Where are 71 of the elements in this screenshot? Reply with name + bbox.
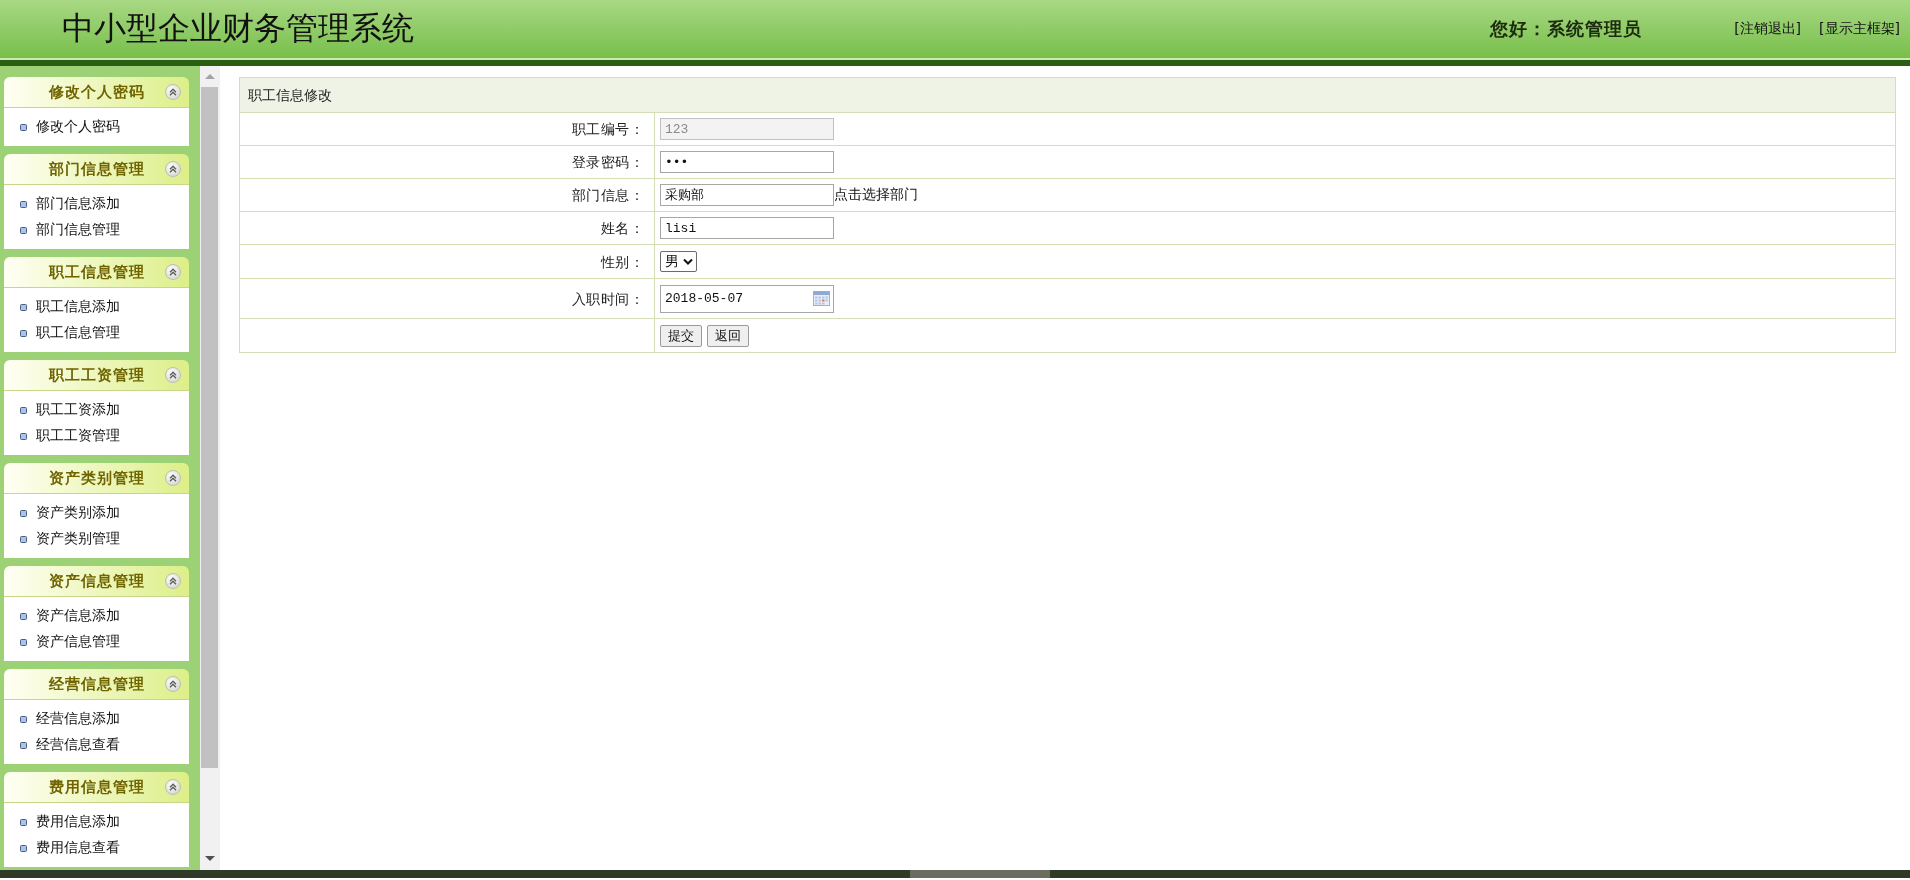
collapse-icon[interactable] bbox=[165, 161, 181, 177]
bullet-icon bbox=[20, 844, 27, 852]
back-button[interactable]: 返回 bbox=[707, 324, 749, 347]
sidebar-item[interactable]: 资产信息添加 bbox=[20, 603, 120, 629]
sidebar-item[interactable]: 资产类别管理 bbox=[20, 526, 120, 552]
scrollbar-thumb[interactable] bbox=[910, 870, 1050, 878]
scroll-down-icon[interactable] bbox=[205, 855, 215, 861]
sidebar-item[interactable]: 部门信息管理 bbox=[20, 217, 120, 243]
panel-title: 费用信息管理 bbox=[48, 777, 145, 797]
panel-title: 部门信息管理 bbox=[48, 159, 145, 179]
panel-title: 资产信息管理 bbox=[48, 571, 145, 591]
bullet-icon bbox=[20, 200, 27, 208]
text-field[interactable]: 采购部 bbox=[660, 184, 834, 206]
field-label: 性别： bbox=[600, 253, 644, 270]
chevron-down-icon bbox=[683, 258, 693, 265]
password-field[interactable]: ••• bbox=[660, 151, 834, 173]
sidebar-item[interactable]: 费用信息查看 bbox=[20, 835, 120, 861]
scrollbar-thumb[interactable] bbox=[201, 87, 218, 768]
collapse-icon[interactable] bbox=[165, 470, 181, 486]
sidebar-item[interactable]: 职工信息添加 bbox=[20, 294, 120, 320]
sidebar-item[interactable]: 职工工资添加 bbox=[20, 397, 120, 423]
sidebar-item[interactable]: 职工工资管理 bbox=[20, 423, 120, 449]
bullet-icon bbox=[20, 123, 27, 131]
bullet-icon bbox=[20, 329, 27, 337]
form-title: 职工信息修改 bbox=[248, 87, 332, 103]
collapse-icon[interactable] bbox=[165, 264, 181, 280]
logout-link[interactable]: [注销退出] bbox=[1734, 20, 1802, 38]
vertical-scrollbar[interactable] bbox=[200, 66, 220, 870]
panel-title: 资产类别管理 bbox=[48, 468, 145, 488]
collapse-icon[interactable] bbox=[165, 84, 181, 100]
bullet-icon bbox=[20, 818, 27, 826]
sidebar-item[interactable]: 修改个人密码 bbox=[20, 114, 120, 140]
bullet-icon bbox=[20, 303, 27, 311]
panel-title: 职工工资管理 bbox=[48, 365, 145, 385]
choose-department-link[interactable]: 点击选择部门 bbox=[834, 186, 918, 202]
field-label: 入职时间： bbox=[571, 290, 644, 307]
field-label: 职工编号： bbox=[571, 121, 644, 137]
bullet-icon bbox=[20, 612, 27, 620]
bullet-icon bbox=[20, 226, 27, 234]
field-label: 登录密码： bbox=[571, 154, 644, 170]
gender-select[interactable]: 男 bbox=[660, 251, 697, 272]
bullet-icon bbox=[20, 432, 27, 440]
field-label: 姓名： bbox=[600, 220, 644, 236]
bullet-icon bbox=[20, 509, 27, 517]
sidebar-item[interactable]: 部门信息添加 bbox=[20, 191, 120, 217]
show-frame-link[interactable]: [显示主框架] bbox=[1819, 20, 1900, 38]
bullet-icon bbox=[20, 406, 27, 414]
date-field[interactable]: 2018-05-07 bbox=[660, 284, 834, 313]
text-field[interactable]: lisi bbox=[660, 217, 834, 239]
collapse-icon[interactable] bbox=[165, 779, 181, 795]
sidebar-item[interactable]: 费用信息添加 bbox=[20, 809, 120, 835]
panel-title: 经营信息管理 bbox=[48, 674, 145, 694]
bullet-icon bbox=[20, 638, 27, 646]
app-title: 中小型企业财务管理系统 bbox=[62, 9, 414, 48]
collapse-icon[interactable] bbox=[165, 573, 181, 589]
sidebar-item[interactable]: 经营信息查看 bbox=[20, 732, 120, 758]
submit-button[interactable]: 提交 bbox=[660, 324, 702, 347]
sidebar-item[interactable]: 资产信息管理 bbox=[20, 629, 120, 655]
bullet-icon bbox=[20, 741, 27, 749]
sidebar-item[interactable]: 资产类别添加 bbox=[20, 500, 120, 526]
collapse-icon[interactable] bbox=[165, 676, 181, 692]
greeting-text: 您好：系统管理员 bbox=[1490, 18, 1643, 41]
field-label: 部门信息： bbox=[571, 187, 644, 203]
panel-title: 职工信息管理 bbox=[48, 262, 145, 282]
horizontal-scrollbar[interactable] bbox=[0, 870, 1910, 878]
sidebar-item[interactable]: 职工信息管理 bbox=[20, 320, 120, 346]
bullet-icon bbox=[20, 715, 27, 723]
bullet-icon bbox=[20, 535, 27, 543]
sidebar-item[interactable]: 经营信息添加 bbox=[20, 706, 120, 732]
collapse-icon[interactable] bbox=[165, 367, 181, 383]
panel-title: 修改个人密码 bbox=[48, 82, 145, 102]
